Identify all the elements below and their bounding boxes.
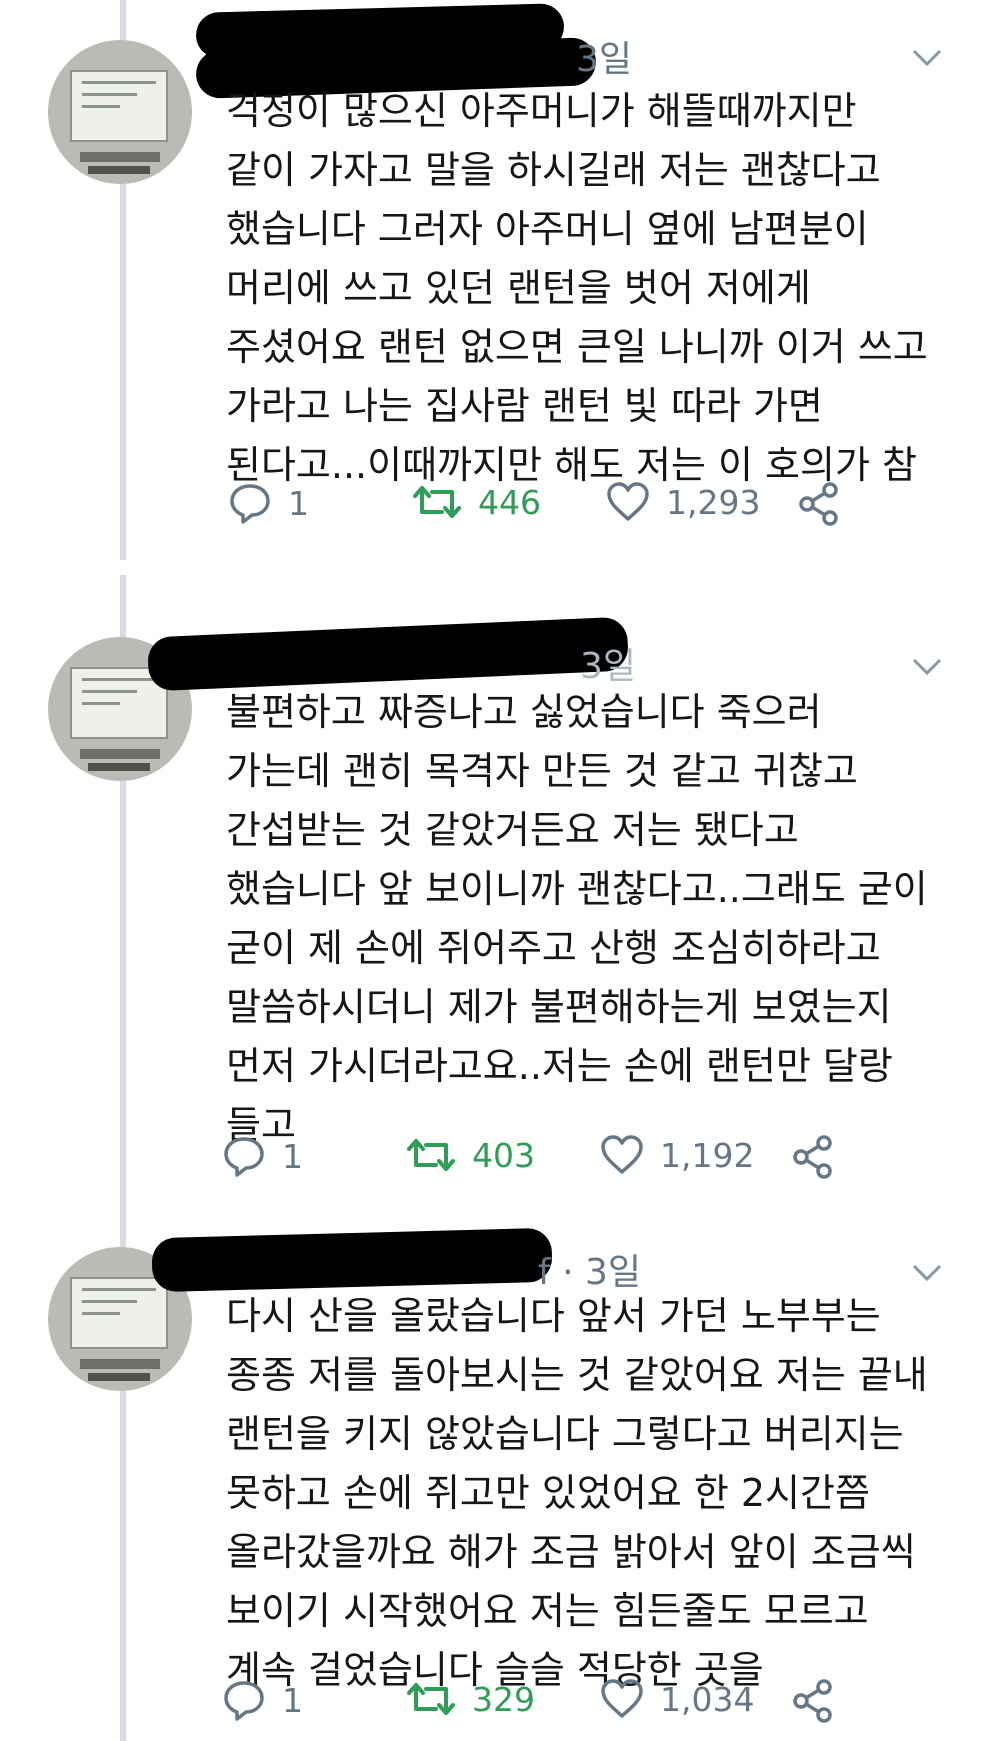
username-redacted: [151, 1227, 553, 1293]
share-button[interactable]: [792, 1679, 834, 1723]
retweet-count: 403: [472, 1135, 535, 1175]
like-icon: [607, 482, 649, 521]
tweet[interactable]: 3일 걱정이 많으신 아주머니가 해뜰때까지만 같이 가자고 말을 하시길래 저…: [0, 0, 1000, 560]
share-icon: [793, 1679, 832, 1723]
tweet-actions: 1 329 1,034: [0, 1679, 1000, 1729]
retweet-icon: [407, 1139, 455, 1171]
like-button[interactable]: 1,034: [600, 1679, 754, 1719]
like-button[interactable]: 1,192: [600, 1135, 754, 1175]
like-icon: [601, 1135, 643, 1174]
tweet-actions: 1 403 1,192: [0, 1135, 1000, 1185]
tweet-text: 걱정이 많으신 아주머니가 해뜰때까지만 같이 가자고 말을 하시길래 저는 괜…: [226, 89, 928, 487]
tweet-time: 3일: [580, 646, 637, 687]
retweet-icon: [413, 486, 461, 518]
tweet-text: 다시 산을 올랐습니다 앞서 가던 노부부는 종종 저를 돌아보시는 것 같았어…: [226, 1294, 928, 1692]
reply-button[interactable]: 1: [222, 1679, 303, 1721]
tweet[interactable]: 3일 불편하고 짜증나고 싫었습니다 죽으러 가는데 괜히 목격자 만든 것 같…: [0, 575, 1000, 1195]
like-count: 1,293: [666, 482, 761, 522]
reply-count: 1: [282, 1680, 303, 1720]
reply-icon: [224, 1137, 264, 1177]
like-icon: [601, 1679, 643, 1718]
chevron-down-icon[interactable]: [912, 48, 942, 68]
username-redacted: [147, 616, 629, 692]
share-icon: [799, 482, 838, 526]
reply-button[interactable]: 1: [228, 482, 309, 524]
chevron-down-icon[interactable]: [912, 1263, 942, 1283]
avatar[interactable]: [48, 40, 192, 184]
like-button[interactable]: 1,293: [606, 482, 760, 522]
reply-icon: [230, 484, 270, 524]
reply-count: 1: [282, 1136, 303, 1176]
tweet[interactable]: f · 3일 다시 산을 올랐습니다 앞서 가던 노부부는 종종 저를 돌아보시…: [0, 1195, 1000, 1741]
retweet-button[interactable]: 446: [412, 482, 541, 522]
like-count: 1,034: [660, 1679, 755, 1719]
share-button[interactable]: [792, 1135, 834, 1179]
retweet-icon: [407, 1683, 455, 1715]
retweet-count: 446: [478, 482, 541, 522]
share-button[interactable]: [798, 482, 840, 526]
reply-count: 1: [288, 483, 309, 523]
retweet-button[interactable]: 329: [406, 1679, 535, 1719]
tweet-time: 3일: [576, 39, 633, 80]
tweet-text: 불편하고 짜증나고 싫었습니다 죽으러 가는데 괜히 목격자 만든 것 같고 귀…: [226, 690, 928, 1147]
share-icon: [793, 1135, 832, 1179]
tweet-actions: 1 446 1,293: [0, 482, 1000, 532]
chevron-down-icon[interactable]: [912, 657, 942, 677]
reply-icon: [224, 1681, 264, 1721]
reply-button[interactable]: 1: [222, 1135, 303, 1177]
retweet-count: 329: [472, 1679, 535, 1719]
like-count: 1,192: [660, 1135, 755, 1175]
retweet-button[interactable]: 403: [406, 1135, 535, 1175]
